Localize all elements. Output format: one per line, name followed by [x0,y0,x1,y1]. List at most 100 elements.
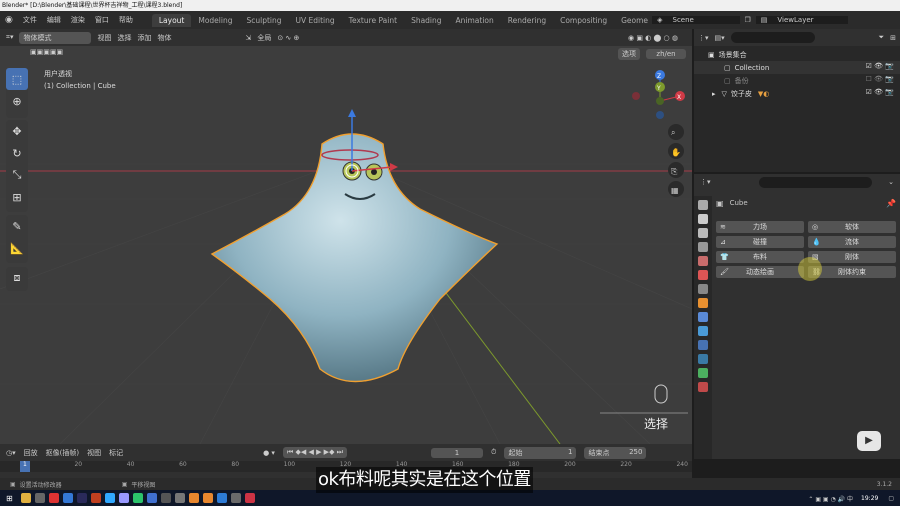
menu-keying[interactable]: 抠像(插帧) [46,448,79,458]
navigation-gizmo[interactable]: Z X Y [632,70,685,119]
editor-type-icon[interactable]: ⌗▾ [6,33,13,42]
app-icon[interactable] [216,493,227,503]
3d-viewport[interactable]: Z X Y ⌕ ✋ ⎘ ▦ ⌗▾ 物体模式 视图 选择 添加 物体 ⇲ 全局 ⊙… [0,29,692,444]
timeline-editor-icon[interactable]: ◷▾ [6,449,16,457]
scene-selector[interactable]: Scene [667,16,740,24]
physics-button-dynamic-paint[interactable]: 🖌 动态绘画 [716,266,804,278]
select-mode-icons[interactable]: ▣▣▣▣▣ [30,48,63,56]
menu-render[interactable]: 渲染 [66,15,90,25]
scale-tool-icon[interactable]: ⤡ [6,164,28,186]
playback-controls[interactable]: ⏮ ◆◀ ◀ ▶ ▶◆ ⏭ [282,447,347,458]
row-toggles-icon[interactable]: ☑ 👁 📷 [866,62,894,70]
tab-texture-paint[interactable]: Texture Paint [342,14,404,27]
properties-editor-icon[interactable]: ⋮▾ [700,178,711,186]
app-icon[interactable] [146,493,157,503]
tab-shading[interactable]: Shading [404,14,448,27]
collection-tab-icon[interactable] [698,284,708,294]
windows-start-icon[interactable]: ⊞ [6,494,13,503]
menu-object[interactable]: 物体 [157,33,171,43]
row-toggles-icon[interactable]: ☑ 👁 📷 [866,88,894,96]
dropdown-chevron-icon[interactable]: ⌄ [888,178,894,186]
outliner-row-backup[interactable]: ▢ 备份 ☐ 👁 📷 [694,74,900,87]
tab-sculpting[interactable]: Sculpting [239,14,288,27]
expand-arrow-icon[interactable]: ▸ [712,90,716,98]
modifier-tab-icon[interactable] [698,312,708,322]
tab-layout[interactable]: Layout [151,13,192,27]
menu-playback[interactable]: 回放 [24,448,38,458]
transform-tool-icon[interactable]: ⊞ [6,186,28,208]
select-box-tool-icon[interactable]: ⬚ [6,68,28,90]
notification-icon[interactable]: ▢ [888,495,894,502]
app-icon[interactable] [160,493,171,503]
photoshop-icon[interactable] [104,493,115,503]
app-icon[interactable] [62,493,73,503]
particles-tab-icon[interactable] [698,326,708,336]
tab-rendering[interactable]: Rendering [501,14,553,27]
output-tab-icon[interactable] [698,228,708,238]
menu-file[interactable]: 文件 [18,15,42,25]
physics-button-force-field[interactable]: ≋ 力场 [716,221,804,233]
properties-search-field[interactable] [758,176,873,188]
pin-icon[interactable]: 📌 [886,199,896,208]
current-frame-field[interactable]: 1 [430,447,483,458]
menu-select[interactable]: 选择 [117,33,131,43]
tab-modeling[interactable]: Modeling [191,14,239,27]
physics-tab-icon[interactable] [698,340,708,350]
transform-orientation-icon[interactable]: ⇲ [245,34,251,42]
measure-tool-icon[interactable]: 📐 [6,237,28,259]
tool-tab-icon[interactable] [698,200,708,210]
view-layer-tab-icon[interactable] [698,242,708,252]
row-toggles-icon[interactable]: ☐ 👁 📷 [866,75,894,83]
blender-logo-icon[interactable]: ◉ [0,15,18,25]
physics-button-collision[interactable]: ⊿ 碰撞 [716,236,804,248]
physics-button-soft-body[interactable]: ◎ 软体 [808,221,896,233]
wechat-icon[interactable] [132,493,143,503]
outliner-root[interactable]: ▣ 场景集合 [694,48,900,61]
move-tool-icon[interactable]: ✥ [6,120,28,142]
scene-icon[interactable]: ◈ [652,16,668,24]
cursor-tool-icon[interactable]: ⊕ [6,90,28,112]
app-icon[interactable] [230,493,241,503]
app-icon[interactable] [244,493,255,503]
viewlayer-icon[interactable]: ▤ [755,16,773,24]
menu-add[interactable]: 添加 [137,33,151,43]
outliner-editor-icon[interactable]: ⋮▾ [698,34,709,42]
add-cube-tool-icon[interactable]: ⧈ [6,267,28,289]
tab-compositing[interactable]: Compositing [553,14,614,27]
data-tab-icon[interactable] [698,368,708,378]
app-icon[interactable] [174,493,185,503]
menu-timeline-view[interactable]: 视图 [87,448,101,458]
rotate-tool-icon[interactable]: ↻ [6,142,28,164]
annotate-tool-icon[interactable]: ✎ [6,215,28,237]
blender-taskbar-icon[interactable] [202,493,213,503]
system-tray-icons[interactable]: ⌃ ▣ ▣ ◔ 🔊 中 [808,494,853,503]
object-tab-icon[interactable] [698,298,708,308]
pivot-icon[interactable]: ⊙ ∿ ⊕ [277,34,299,42]
viewlayer-selector[interactable]: ViewLayer [772,16,849,24]
tab-uv-editing[interactable]: UV Editing [289,14,342,27]
end-frame-field[interactable]: 结束点 250 [584,446,647,459]
menu-help[interactable]: 帮助 [114,15,138,25]
new-scene-icon[interactable]: ❐ [740,16,756,24]
app-icon[interactable] [34,493,45,503]
outliner-search-field[interactable] [730,32,815,43]
physics-button-rigid-body[interactable]: ▧ 刚体 [808,251,896,263]
world-tab-icon[interactable] [698,270,708,280]
tab-geometry[interactable]: Geometr [614,14,648,27]
outliner-row-collection[interactable]: ▢ Collection ☑ 👁 📷 [694,61,900,74]
menu-edit[interactable]: 编辑 [42,15,66,25]
transform-orientation[interactable]: 全局 [257,33,271,43]
new-collection-icon[interactable]: ⊞ [890,34,896,42]
menu-view[interactable]: 视图 [97,33,111,43]
filter-icon[interactable]: ⏷ [879,33,885,42]
options-button[interactable]: 选项 [618,48,640,60]
render-tab-icon[interactable] [698,214,708,224]
premiere-icon[interactable] [118,493,129,503]
chrome-icon[interactable] [48,493,59,503]
mode-selector[interactable]: 物体模式 [19,31,92,44]
menu-window[interactable]: 窗口 [90,15,114,25]
blender-taskbar-icon[interactable] [188,493,199,503]
illustrator-icon[interactable] [90,493,101,503]
menu-marker[interactable]: 标记 [109,448,123,458]
app-icon[interactable] [76,493,87,503]
